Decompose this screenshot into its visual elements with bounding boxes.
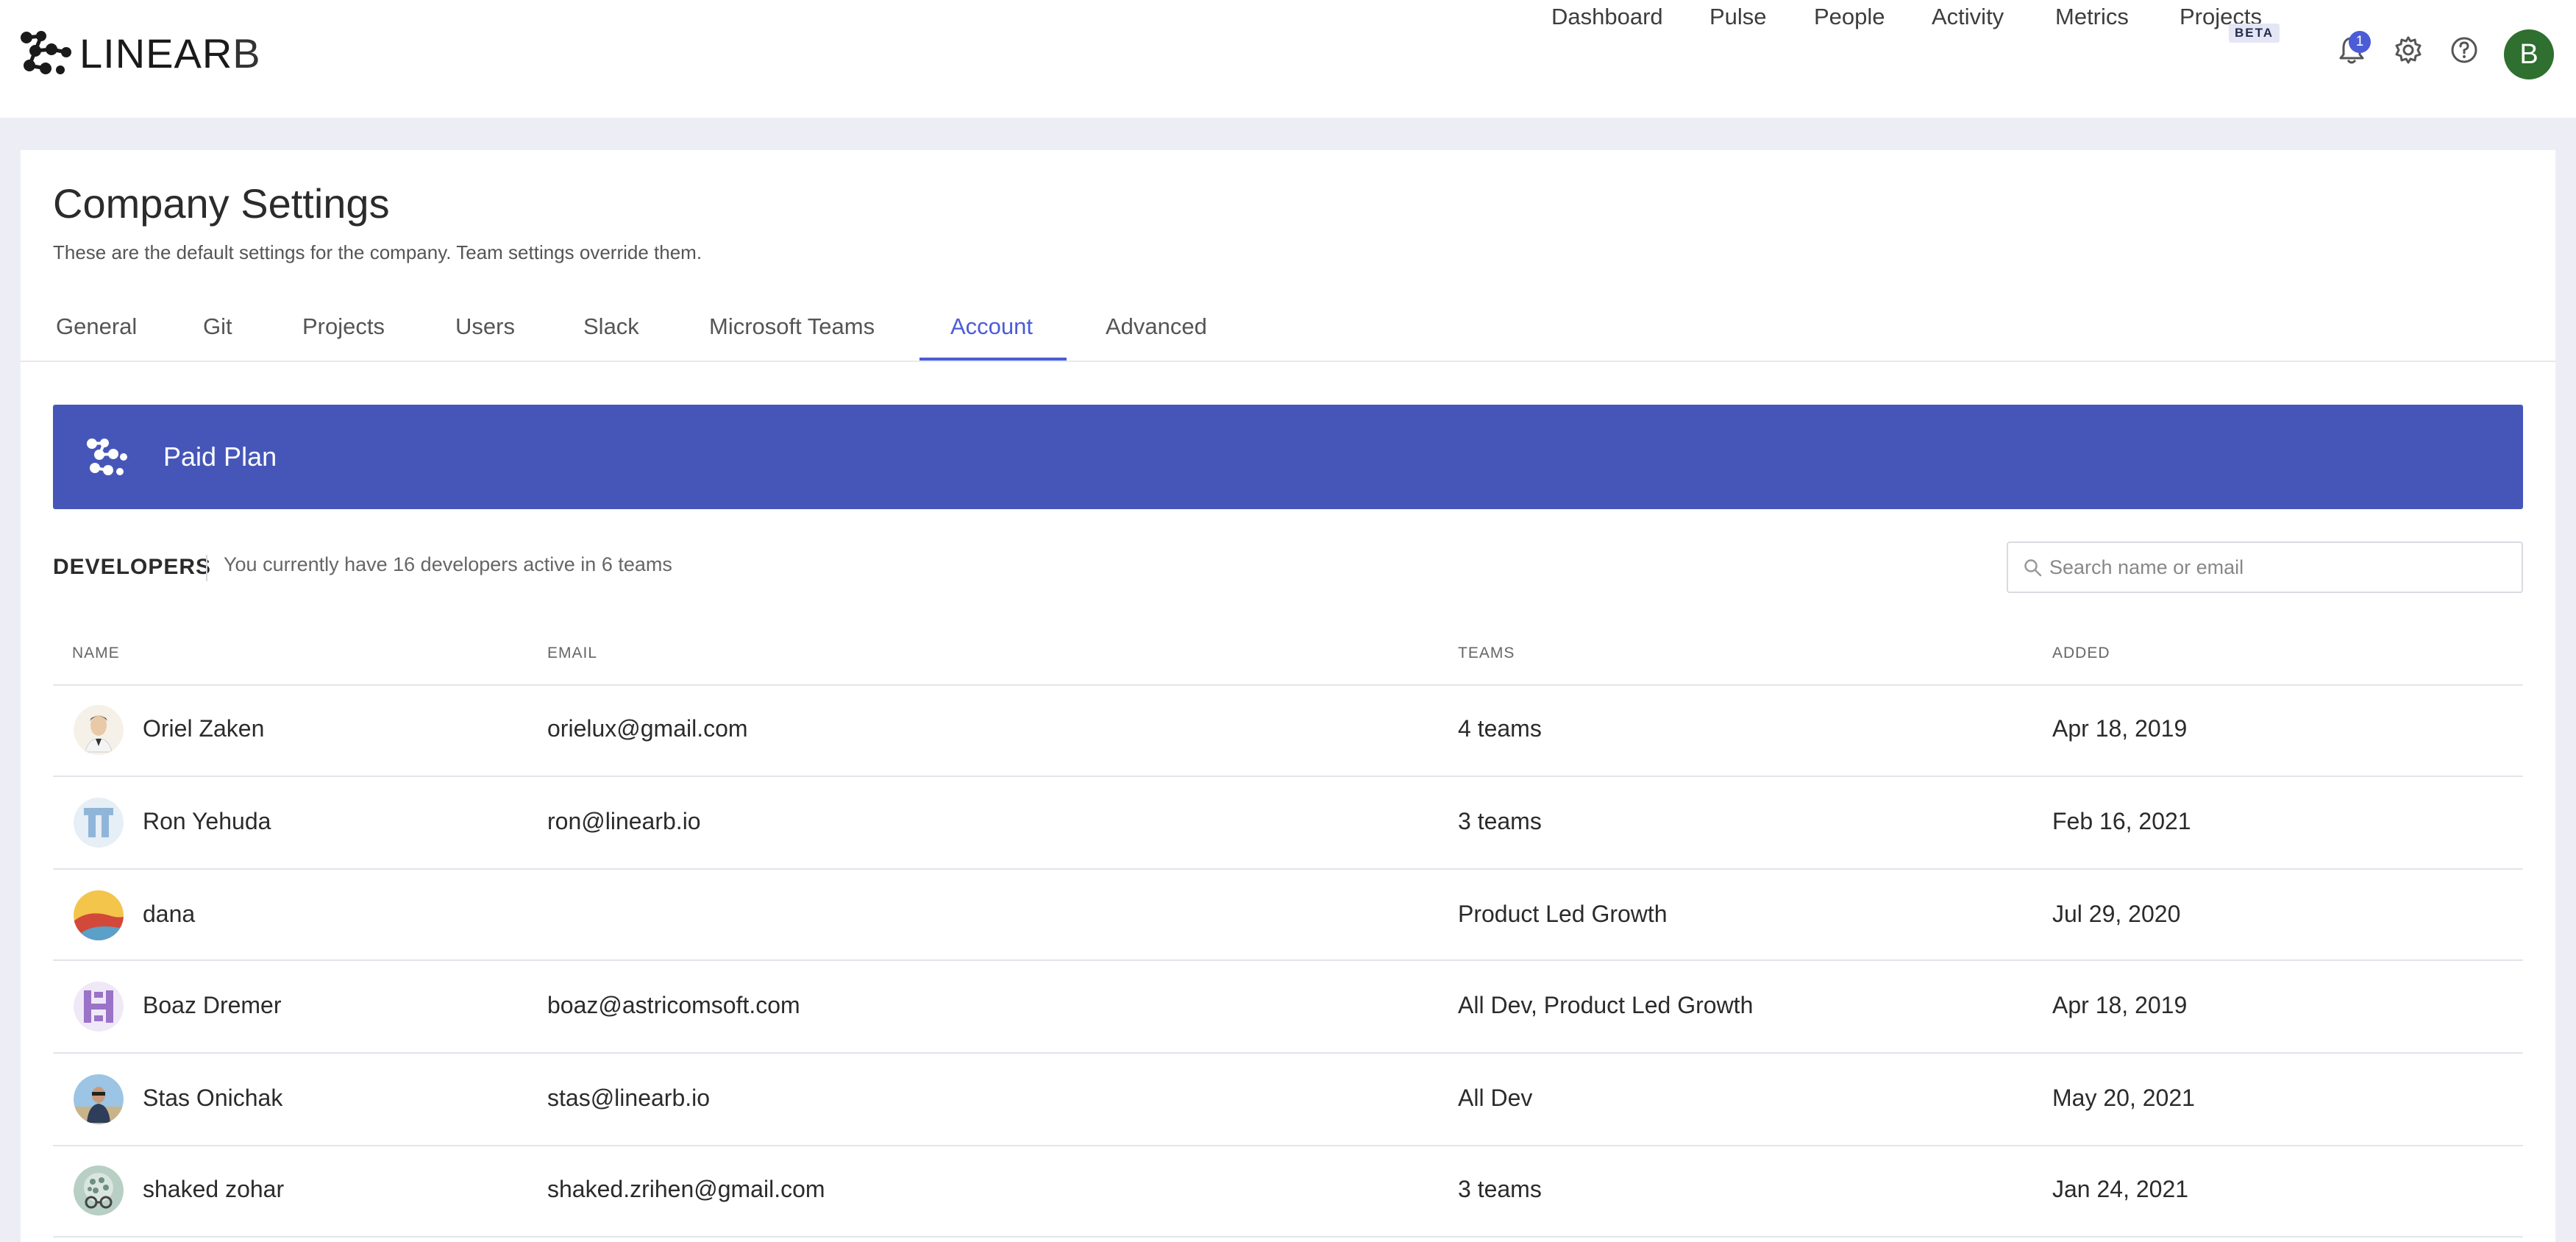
row-divider	[53, 959, 2523, 961]
nav-people[interactable]: People	[1814, 0, 1885, 34]
company-settings-card: Company Settings These are the default s…	[21, 150, 2555, 1242]
tab-slack[interactable]: Slack	[583, 313, 639, 340]
avatar-dana	[74, 890, 124, 940]
column-header-name[interactable]: NAME	[72, 645, 120, 662]
developer-added-date: Feb 16, 2021	[2052, 808, 2191, 834]
tab-advanced[interactable]: Advanced	[1106, 313, 1207, 340]
logo-wordmark: LINEARB	[79, 33, 261, 74]
gear-icon[interactable]	[2392, 34, 2424, 66]
developer-name: shaked zohar	[143, 1176, 285, 1202]
nav-activity[interactable]: Activity	[1932, 0, 2004, 34]
developer-name: Ron Yehuda	[143, 808, 271, 834]
developers-separator	[206, 555, 207, 581]
developer-added-date: Apr 18, 2019	[2052, 992, 2188, 1018]
developer-added-date: Jan 24, 2021	[2052, 1176, 2189, 1202]
plan-name: Paid Plan	[163, 441, 277, 472]
developer-added-date: Jul 29, 2020	[2052, 901, 2181, 927]
tabs-divider	[21, 361, 2555, 362]
row-divider	[53, 868, 2523, 870]
tab-projects[interactable]: Projects	[302, 313, 385, 340]
search-input[interactable]	[2049, 543, 2505, 592]
avatar-ron-yehuda	[74, 798, 124, 848]
tab-git[interactable]: Git	[203, 313, 232, 340]
developers-summary: You currently have 16 developers active …	[224, 553, 672, 575]
developer-teams[interactable]: All Dev, Product Led Growth	[1458, 992, 1753, 1019]
developer-name: Oriel Zaken	[143, 715, 265, 742]
developer-name: Boaz Dremer	[143, 992, 282, 1018]
developer-email: boaz@astricomsoft.com	[547, 992, 800, 1018]
column-header-email[interactable]: EMAIL	[547, 645, 597, 662]
row-divider	[53, 1236, 2523, 1238]
developer-teams[interactable]: 3 teams	[1458, 1176, 1542, 1203]
nav-pulse[interactable]: Pulse	[1709, 0, 1767, 34]
table-header-divider	[53, 684, 2523, 686]
search-box[interactable]	[2007, 542, 2523, 593]
developer-added-date: May 20, 2021	[2052, 1085, 2195, 1111]
developer-teams[interactable]: All Dev	[1458, 1085, 1532, 1112]
page-title: Company Settings	[53, 180, 390, 227]
linearb-logo-icon	[21, 31, 71, 74]
plan-banner: Paid Plan	[53, 405, 2523, 509]
developer-email: stas@linearb.io	[547, 1085, 711, 1111]
avatar-oriel-zaken	[74, 705, 124, 755]
nav-metrics[interactable]: Metrics	[2055, 0, 2129, 34]
linearb-logo[interactable]: LINEARB	[19, 28, 261, 79]
tab-microsoft-teams[interactable]: Microsoft Teams	[709, 313, 875, 340]
developer-teams[interactable]: Product Led Growth	[1458, 901, 1668, 928]
developer-teams[interactable]: 4 teams	[1458, 715, 1542, 742]
developer-teams[interactable]: 3 teams	[1458, 808, 1542, 835]
row-divider	[53, 776, 2523, 777]
logo-wordmark-end: B	[232, 30, 261, 77]
help-icon[interactable]	[2448, 34, 2480, 66]
developers-title: DEVELOPERS	[53, 555, 212, 579]
row-divider	[53, 1052, 2523, 1054]
tab-account[interactable]: Account	[950, 313, 1033, 340]
tab-general[interactable]: General	[56, 313, 137, 340]
avatar-boaz-dremer	[74, 982, 124, 1032]
nav-dashboard[interactable]: Dashboard	[1551, 0, 1663, 34]
search-icon	[2024, 559, 2042, 577]
user-avatar[interactable]: B	[2504, 29, 2554, 79]
page-subtitle: These are the default settings for the c…	[53, 241, 702, 263]
notification-count-badge: 1	[2349, 31, 2371, 53]
developer-name: Stas Onichak	[143, 1085, 283, 1111]
logo-wordmark-main: LINEAR	[79, 30, 233, 77]
developer-added-date: Apr 18, 2019	[2052, 715, 2188, 742]
developer-email: shaked.zrihen@gmail.com	[547, 1176, 825, 1202]
top-navigation-bar: LINEARB Dashboard Pulse People Activity …	[0, 0, 2576, 118]
row-divider	[53, 1145, 2523, 1146]
tab-users[interactable]: Users	[455, 313, 515, 340]
developer-email: orielux@gmail.com	[547, 715, 748, 742]
avatar-stas-onichak	[74, 1074, 124, 1124]
column-header-teams[interactable]: TEAMS	[1458, 645, 1515, 662]
active-tab-indicator	[919, 358, 1067, 361]
column-header-added[interactable]: ADDED	[2052, 645, 2110, 662]
beta-badge: BETA	[2229, 24, 2280, 43]
developer-name: dana	[143, 901, 196, 927]
linearb-plan-icon	[87, 439, 127, 475]
avatar-shaked-zohar	[74, 1165, 124, 1216]
developer-email: ron@linearb.io	[547, 808, 701, 834]
